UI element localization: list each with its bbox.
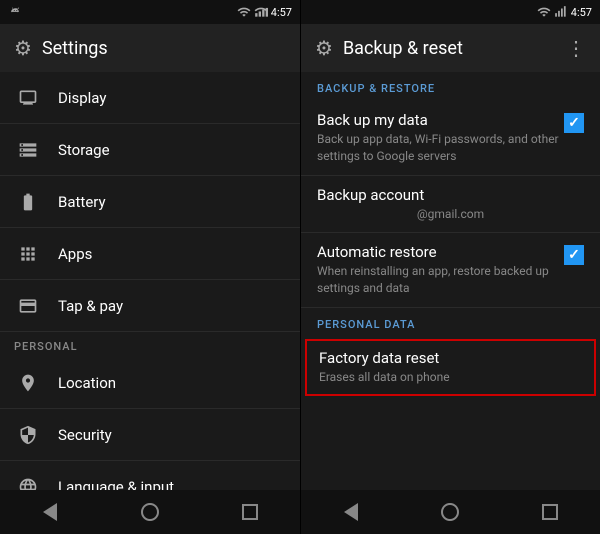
menu-item-tap-pay[interactable]: Tap & pay bbox=[0, 280, 300, 332]
right-time-display: 4:57 bbox=[571, 6, 592, 19]
auto-restore-subtitle: When reinstalling an app, restore backed… bbox=[317, 263, 564, 297]
back-up-data-text: Back up my data Back up app data, Wi-Fi … bbox=[317, 111, 564, 165]
auto-restore-text: Automatic restore When reinstalling an a… bbox=[317, 243, 564, 297]
backup-restore-section-label: BACKUP & RESTORE bbox=[301, 72, 600, 101]
home-button[interactable] bbox=[130, 492, 170, 532]
backup-reset-header-icon: ⚙ bbox=[315, 36, 333, 60]
apps-icon bbox=[14, 244, 42, 264]
android-icon bbox=[8, 5, 22, 19]
right-back-button[interactable] bbox=[331, 492, 371, 532]
battery-icon bbox=[14, 192, 42, 212]
recents-icon bbox=[242, 504, 258, 520]
language-icon bbox=[14, 477, 42, 491]
status-bar-left bbox=[8, 5, 22, 19]
right-header-left: ⚙ Backup & reset bbox=[315, 36, 463, 60]
display-label: Display bbox=[58, 89, 106, 107]
location-label: Location bbox=[58, 374, 116, 392]
backup-account-subtitle: @gmail.com bbox=[317, 206, 584, 223]
right-recents-icon bbox=[542, 504, 558, 520]
personal-data-section-label: PERSONAL DATA bbox=[301, 308, 600, 337]
factory-reset-title: Factory data reset bbox=[319, 349, 582, 367]
apps-label: Apps bbox=[58, 245, 92, 263]
menu-item-security[interactable]: Security bbox=[0, 409, 300, 461]
tap-pay-icon bbox=[14, 296, 42, 316]
location-icon bbox=[14, 373, 42, 393]
backup-account-email: @gmail.com bbox=[317, 206, 584, 223]
menu-item-location[interactable]: Location bbox=[0, 357, 300, 409]
factory-reset-subtitle: Erases all data on phone bbox=[319, 369, 582, 386]
settings-header-title: Settings bbox=[42, 38, 108, 59]
right-recents-button[interactable] bbox=[530, 492, 570, 532]
right-nav-bar bbox=[301, 490, 600, 534]
auto-restore-item[interactable]: Automatic restore When reinstalling an a… bbox=[301, 233, 600, 308]
display-icon bbox=[14, 88, 42, 108]
right-status-bar: 4:57 bbox=[301, 0, 600, 24]
right-content: BACKUP & RESTORE Back up my data Back up… bbox=[301, 72, 600, 490]
tap-pay-label: Tap & pay bbox=[58, 297, 123, 315]
security-icon bbox=[14, 425, 42, 445]
back-up-data-item[interactable]: Back up my data Back up app data, Wi-Fi … bbox=[301, 101, 600, 176]
back-up-data-subtitle: Back up app data, Wi-Fi passwords, and o… bbox=[317, 131, 564, 165]
backup-account-title: Backup account bbox=[317, 186, 584, 204]
wifi-icon bbox=[237, 5, 251, 19]
time-display: 4:57 bbox=[271, 6, 292, 19]
battery-label: Battery bbox=[58, 193, 106, 211]
language-label: Language & input bbox=[58, 478, 174, 491]
right-home-button[interactable] bbox=[430, 492, 470, 532]
menu-list: Display Storage Battery Apps bbox=[0, 72, 300, 490]
status-bar-right: 4:57 bbox=[237, 5, 292, 19]
settings-header: ⚙ Settings bbox=[0, 24, 300, 72]
back-button[interactable] bbox=[30, 492, 70, 532]
left-nav-bar bbox=[0, 490, 300, 534]
right-wifi-icon bbox=[537, 5, 551, 19]
right-panel: 4:57 ⚙ Backup & reset ⋮ BACKUP & RESTORE… bbox=[300, 0, 600, 534]
home-icon bbox=[141, 503, 159, 521]
auto-restore-title: Automatic restore bbox=[317, 243, 564, 261]
status-bar: 4:57 bbox=[0, 0, 300, 24]
storage-icon bbox=[14, 140, 42, 160]
menu-item-display[interactable]: Display bbox=[0, 72, 300, 124]
security-label: Security bbox=[58, 426, 112, 444]
backup-account-text: Backup account @gmail.com bbox=[317, 186, 584, 223]
menu-item-language[interactable]: Language & input bbox=[0, 461, 300, 490]
signal-icon bbox=[254, 5, 268, 19]
back-icon bbox=[43, 503, 57, 521]
right-header: ⚙ Backup & reset ⋮ bbox=[301, 24, 600, 72]
storage-label: Storage bbox=[58, 141, 110, 159]
right-home-icon bbox=[441, 503, 459, 521]
menu-item-apps[interactable]: Apps bbox=[0, 228, 300, 280]
left-panel: 4:57 ⚙ Settings Display Storage Batte bbox=[0, 0, 300, 534]
menu-item-battery[interactable]: Battery bbox=[0, 176, 300, 228]
back-up-data-checkbox[interactable] bbox=[564, 113, 584, 133]
more-options-button[interactable]: ⋮ bbox=[566, 36, 586, 60]
settings-header-icon: ⚙ bbox=[14, 36, 32, 60]
personal-section-header: PERSONAL bbox=[0, 332, 300, 357]
back-up-data-row: Back up my data Back up app data, Wi-Fi … bbox=[317, 111, 584, 165]
recents-button[interactable] bbox=[230, 492, 270, 532]
auto-restore-row: Automatic restore When reinstalling an a… bbox=[317, 243, 584, 297]
auto-restore-checkbox[interactable] bbox=[564, 245, 584, 265]
right-header-title: Backup & reset bbox=[343, 38, 463, 59]
menu-item-storage[interactable]: Storage bbox=[0, 124, 300, 176]
right-signal-icon bbox=[554, 5, 568, 19]
factory-reset-item[interactable]: Factory data reset Erases all data on ph… bbox=[305, 339, 596, 396]
back-up-data-title: Back up my data bbox=[317, 111, 564, 129]
right-back-icon bbox=[344, 503, 358, 521]
backup-account-item[interactable]: Backup account @gmail.com bbox=[301, 176, 600, 234]
